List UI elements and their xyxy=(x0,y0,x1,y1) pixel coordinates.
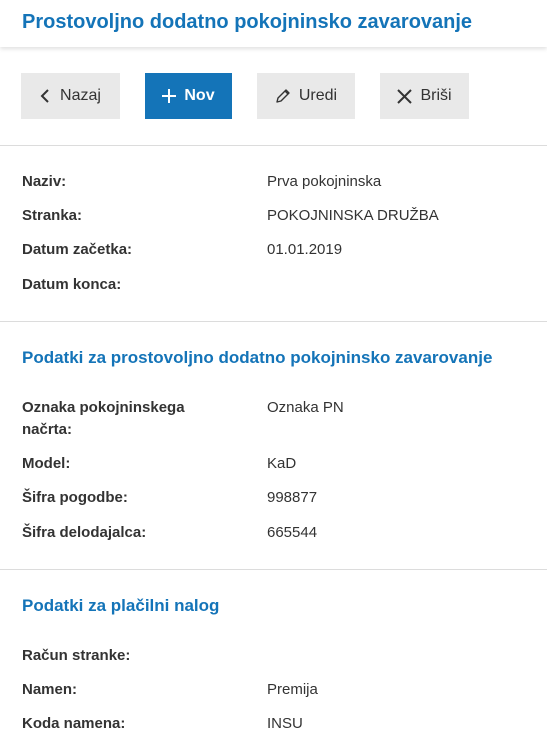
model-value: KaD xyxy=(267,455,297,472)
divider xyxy=(0,145,547,146)
chevron-left-icon xyxy=(40,89,52,103)
start-date-label: Datum začetka: xyxy=(22,241,133,258)
pension-plan-value: Oznaka PN xyxy=(267,399,344,416)
client-label: Stranka: xyxy=(22,207,83,224)
name-value: Prva pokojninska xyxy=(267,173,382,190)
divider xyxy=(0,569,547,570)
purpose-label: Namen: xyxy=(22,681,78,698)
name-label: Naziv: xyxy=(22,173,67,190)
edit-button-label: Uredi xyxy=(298,87,338,104)
purpose-code-label: Koda namena: xyxy=(22,715,126,732)
page-title: Prostovoljno dodatno pokojninsko zavarov… xyxy=(22,11,473,33)
plus-icon xyxy=(162,89,177,103)
edit-button[interactable]: Uredi xyxy=(257,73,355,119)
purpose-value: Premija xyxy=(267,681,318,698)
close-icon xyxy=(397,88,413,104)
model-label: Model: xyxy=(22,455,71,472)
contract-code-label: Šifra pogodbe: xyxy=(22,489,128,506)
client-value: POKOJNINSKA DRUŽBA xyxy=(267,207,439,224)
pension-plan-label: Oznaka pokojninskega načrta: xyxy=(22,399,185,438)
client-account-label: Račun stranke: xyxy=(22,647,131,664)
payment-section-title: Podatki za plačilni nalog xyxy=(22,596,220,615)
pension-section-title: Podatki za prostovoljno dodatno pokojnin… xyxy=(22,348,493,367)
divider xyxy=(0,321,547,322)
end-date-label: Datum konca: xyxy=(22,276,122,293)
delete-button-label: Briši xyxy=(420,87,452,104)
employer-code-label: Šifra delodajalca: xyxy=(22,524,147,541)
new-button-label: Nov xyxy=(184,87,215,104)
start-date-value: 01.01.2019 xyxy=(267,241,343,258)
new-button[interactable]: Nov xyxy=(145,73,232,119)
purpose-code-value: INSU xyxy=(267,715,303,732)
back-button-label: Nazaj xyxy=(60,87,101,104)
employer-code-value: 665544 xyxy=(267,524,318,541)
pencil-icon xyxy=(275,88,291,104)
delete-button[interactable]: Briši xyxy=(380,73,469,119)
page-header: Prostovoljno dodatno pokojninsko zavarov… xyxy=(0,0,547,47)
toolbar: Nazaj Nov Uredi Briši xyxy=(0,73,547,119)
contract-code-value: 998877 xyxy=(267,489,318,506)
back-button[interactable]: Nazaj xyxy=(21,73,120,119)
